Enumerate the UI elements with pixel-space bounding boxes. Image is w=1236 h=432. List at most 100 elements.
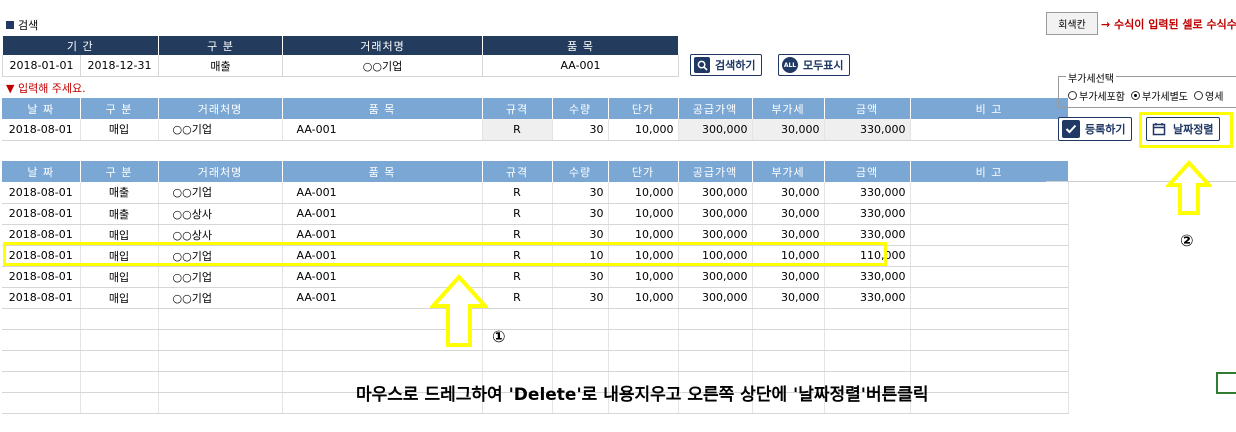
section-title-text: 검색 (18, 19, 39, 32)
empty-row[interactable] (2, 308, 1069, 330)
cell-vat[interactable]: 30,000 (752, 287, 825, 309)
up-arrow-icon (430, 274, 488, 347)
cell-amount[interactable]: 330,000 (824, 266, 911, 288)
cell-vendor[interactable]: ○○기업 (158, 287, 283, 309)
list-col-qty: 수량 (552, 161, 609, 182)
cell-price[interactable]: 10,000 (608, 182, 679, 204)
cell-vat[interactable]: 30,000 (752, 266, 825, 288)
input-row: 2018-08-01 매입 ○○기업 AA-001 R 30 10,000 30… (2, 119, 1069, 141)
cell-spec[interactable]: R (482, 203, 553, 225)
vat-option-include-label: 부가세포함 (1079, 92, 1125, 103)
table-row[interactable]: 2018-08-01 매입 ○○기업 AA-001 R 30 10,000 30… (2, 287, 1069, 309)
cell-category[interactable]: 매입 (80, 287, 159, 309)
input-price[interactable]: 10,000 (608, 119, 679, 141)
vat-option-exclude[interactable]: 부가세별도 (1131, 88, 1188, 103)
list-col-amount: 금액 (824, 161, 911, 182)
input-supply: 300,000 (678, 119, 753, 141)
checkmark-icon (1062, 120, 1080, 138)
cell-item[interactable]: AA-001 (282, 182, 483, 204)
show-all-button[interactable]: ALL 모두표시 (778, 54, 851, 76)
table-row[interactable]: 2018-08-01 매출 ○○기업 AA-001 R 30 10,000 30… (2, 182, 1069, 204)
search-icon (694, 57, 710, 73)
search-header-item: 품 목 (482, 36, 679, 55)
list-col-supply: 공급가액 (678, 161, 753, 182)
empty-row[interactable] (2, 329, 1069, 351)
cell-note[interactable] (910, 266, 1069, 288)
cell-date[interactable]: 2018-08-01 (2, 266, 81, 288)
highlight-row-box (3, 242, 887, 266)
cell-note[interactable] (910, 182, 1069, 204)
cell-price[interactable]: 10,000 (608, 287, 679, 309)
col-vat: 부가세 (752, 98, 825, 119)
cell-qty[interactable]: 30 (552, 203, 609, 225)
col-item: 품 목 (282, 98, 483, 119)
table-row[interactable]: 2018-08-01 매입 ○○기업 AA-001 R 30 10,000 30… (2, 266, 1069, 288)
cell-vat[interactable]: 30,000 (752, 203, 825, 225)
cell-note[interactable] (910, 245, 1069, 267)
cell-date[interactable]: 2018-08-01 (2, 182, 81, 204)
input-vendor[interactable]: ○○기업 (158, 119, 283, 141)
search-date-to[interactable]: 2018-12-31 (81, 55, 158, 76)
cell-category[interactable]: 매출 (80, 203, 159, 225)
input-category[interactable]: 매입 (80, 119, 159, 141)
up-arrow-icon (1166, 160, 1212, 215)
input-vat: 30,000 (752, 119, 825, 141)
instruction-text: 마우스로 드레그하여 'Delete'로 내용지우고 오른쪽 상단에 '날짜정렬… (356, 385, 929, 405)
cell-vendor[interactable]: ○○기업 (158, 182, 283, 204)
input-item[interactable]: AA-001 (282, 119, 483, 141)
cell-note[interactable] (910, 203, 1069, 225)
cell-category[interactable]: 매출 (80, 182, 159, 204)
radio-selected-icon (1131, 91, 1140, 100)
empty-row[interactable] (2, 350, 1069, 372)
register-button[interactable]: 등록하기 (1058, 117, 1133, 141)
input-qty[interactable]: 30 (552, 119, 609, 141)
cell-amount[interactable]: 330,000 (824, 287, 911, 309)
search-vendor-field[interactable]: ○○기업 (282, 55, 483, 77)
col-note: 비 고 (910, 98, 1069, 119)
input-spec[interactable]: R (482, 119, 553, 141)
table-row[interactable]: 2018-08-01 매출 ○○상사 AA-001 R 30 10,000 30… (2, 203, 1069, 225)
cell-vendor[interactable]: ○○상사 (158, 203, 283, 225)
input-note[interactable] (910, 119, 1069, 141)
cell-supply[interactable]: 300,000 (678, 182, 753, 204)
highlight-sort-box (1139, 112, 1233, 148)
cell-qty[interactable]: 30 (552, 266, 609, 288)
cell-note[interactable] (910, 287, 1069, 309)
all-icon: ALL (782, 57, 798, 73)
cell-date[interactable]: 2018-08-01 (2, 203, 81, 225)
col-qty: 수량 (552, 98, 609, 119)
vat-option-include[interactable]: 부가세포함 (1068, 88, 1125, 103)
cell-supply[interactable]: 300,000 (678, 203, 753, 225)
search-category-field[interactable]: 매출 (158, 55, 283, 77)
cell-date[interactable]: 2018-08-01 (2, 287, 81, 309)
col-supply: 공급가액 (678, 98, 753, 119)
cell-spec[interactable]: R (482, 287, 553, 309)
green-outline-box (1216, 372, 1236, 394)
cell-supply[interactable]: 300,000 (678, 287, 753, 309)
cell-category[interactable]: 매입 (80, 266, 159, 288)
cell-qty[interactable]: 30 (552, 287, 609, 309)
list-col-item: 품 목 (282, 161, 483, 182)
cell-amount[interactable]: 330,000 (824, 182, 911, 204)
search-header-category: 구 분 (158, 36, 283, 55)
col-date: 날 짜 (2, 98, 81, 119)
cell-note[interactable] (910, 224, 1069, 246)
cell-spec[interactable]: R (482, 182, 553, 204)
square-bullet-icon (6, 21, 14, 29)
search-button[interactable]: 검색하기 (690, 54, 763, 76)
cell-qty[interactable]: 30 (552, 182, 609, 204)
input-date[interactable]: 2018-08-01 (2, 119, 81, 141)
cell-vendor[interactable]: ○○기업 (158, 266, 283, 288)
search-date-from[interactable]: 2018-01-01 (4, 55, 81, 76)
vat-option-zero[interactable]: 영세 (1194, 88, 1223, 103)
radio-icon (1194, 91, 1203, 100)
step-2-marker: ② (1180, 231, 1194, 250)
cell-item[interactable]: AA-001 (282, 203, 483, 225)
cell-amount[interactable]: 330,000 (824, 203, 911, 225)
cell-price[interactable]: 10,000 (608, 266, 679, 288)
cell-vat[interactable]: 30,000 (752, 182, 825, 204)
cell-supply[interactable]: 300,000 (678, 266, 753, 288)
search-item-field[interactable]: AA-001 (482, 55, 679, 77)
cell-price[interactable]: 10,000 (608, 203, 679, 225)
cell-spec[interactable]: R (482, 266, 553, 288)
